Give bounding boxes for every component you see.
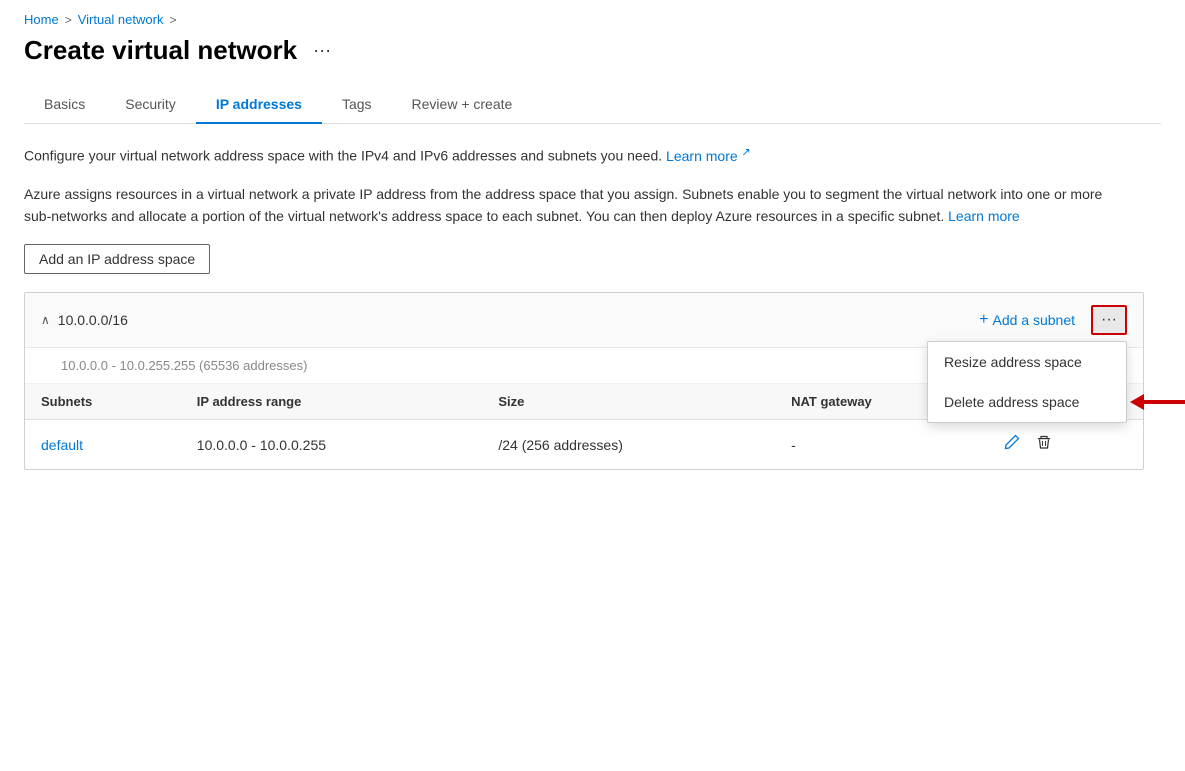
- page-title-row: Create virtual network ···: [24, 35, 1161, 66]
- tab-security[interactable]: Security: [105, 86, 196, 124]
- breadcrumb-home[interactable]: Home: [24, 12, 59, 27]
- add-ip-address-space-button[interactable]: Add an IP address space: [24, 244, 210, 274]
- ip-space-cidr: 10.0.0.0/16: [58, 312, 128, 328]
- arrow-body: [1144, 400, 1185, 404]
- plus-icon: +: [979, 311, 988, 329]
- ip-space-actions: + Add a subnet ··· Resize address space …: [971, 305, 1127, 335]
- page-more-button[interactable]: ···: [307, 38, 337, 63]
- tab-bar: Basics Security IP addresses Tags Review…: [24, 86, 1161, 124]
- subnet-nat-cell: -: [775, 420, 986, 470]
- tab-ip-addresses[interactable]: IP addresses: [196, 86, 322, 124]
- subnet-table-body: default 10.0.0.0 - 10.0.0.255 /24 (256 a…: [25, 420, 1143, 470]
- tab-basics[interactable]: Basics: [24, 86, 105, 124]
- learn-more-link-1[interactable]: Learn more ↗: [666, 148, 751, 164]
- dropdown-resize[interactable]: Resize address space: [928, 342, 1126, 382]
- ip-space-container: ∧ 10.0.0.0/16 + Add a subnet ··· Resize …: [24, 292, 1144, 470]
- col-header-ip-range: IP address range: [181, 384, 483, 420]
- learn-more-link-2[interactable]: Learn more: [948, 208, 1020, 224]
- ellipsis-button[interactable]: ···: [1091, 305, 1127, 335]
- subnet-ip-range-cell: 10.0.0.0 - 10.0.0.255: [181, 420, 483, 470]
- edit-subnet-button[interactable]: [1002, 432, 1022, 457]
- dropdown-menu: Resize address space Delete address spac…: [927, 341, 1127, 423]
- chevron-up-icon: ∧: [41, 313, 50, 327]
- subnet-name-cell: default: [25, 420, 181, 470]
- subnet-default-link[interactable]: default: [41, 437, 83, 453]
- breadcrumb-sep-2: >: [169, 13, 176, 27]
- page-title: Create virtual network: [24, 35, 297, 66]
- tab-tags[interactable]: Tags: [322, 86, 392, 124]
- ellipsis-dropdown-wrapper: ··· Resize address space Delete address …: [1091, 305, 1127, 335]
- tab-review-create[interactable]: Review + create: [392, 86, 533, 124]
- table-row: default 10.0.0.0 - 10.0.0.255 /24 (256 a…: [25, 420, 1143, 470]
- col-header-size: Size: [482, 384, 775, 420]
- breadcrumb: Home > Virtual network >: [24, 0, 1161, 35]
- delete-subnet-button[interactable]: [1034, 432, 1054, 457]
- add-subnet-button[interactable]: + Add a subnet: [971, 307, 1083, 333]
- subnet-actions-cell: [986, 420, 1143, 470]
- description-2: Azure assigns resources in a virtual net…: [24, 183, 1124, 228]
- breadcrumb-sep-1: >: [65, 13, 72, 27]
- subnet-size-cell: /24 (256 addresses): [482, 420, 775, 470]
- delete-arrow-annotation: [1130, 394, 1185, 410]
- description-1: Configure your virtual network address s…: [24, 144, 1124, 167]
- ip-space-title-row: ∧ 10.0.0.0/16: [41, 312, 128, 328]
- arrow-head-icon: [1130, 394, 1144, 410]
- col-header-subnets: Subnets: [25, 384, 181, 420]
- subnet-action-icons: [1002, 432, 1127, 457]
- external-link-icon-1: ↗: [742, 146, 751, 158]
- breadcrumb-virtual-network[interactable]: Virtual network: [78, 12, 164, 27]
- dropdown-delete[interactable]: Delete address space: [928, 382, 1126, 422]
- ip-space-header: ∧ 10.0.0.0/16 + Add a subnet ··· Resize …: [25, 293, 1143, 348]
